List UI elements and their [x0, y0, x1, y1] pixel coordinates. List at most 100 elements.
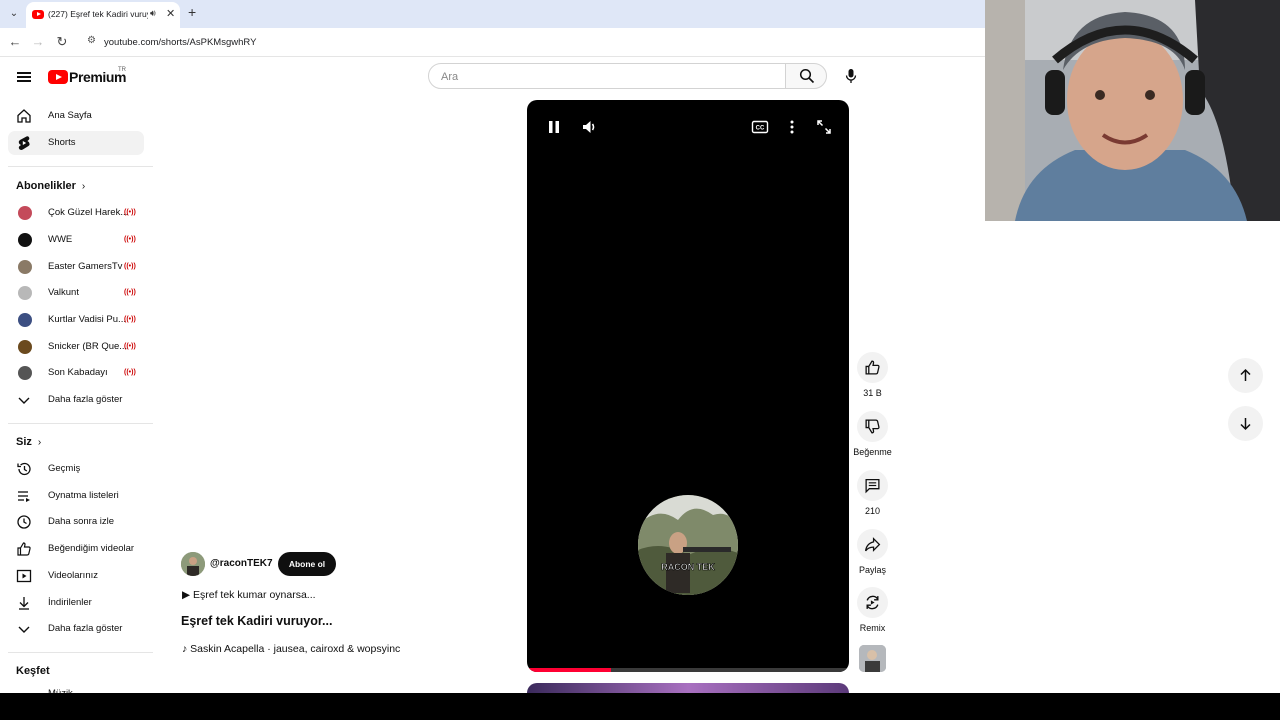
captions-icon[interactable]: CC	[751, 118, 769, 136]
share-icon	[864, 537, 881, 552]
subscriptions-heading[interactable]: Abonelikler ›	[16, 180, 85, 192]
remix-button[interactable]	[857, 587, 888, 618]
tab-title: (227) Eşref tek Kadiri vuruyor...	[48, 9, 148, 19]
divider	[8, 423, 153, 424]
video-icon	[16, 569, 32, 583]
tab-close-icon[interactable]: ✕	[166, 7, 175, 20]
channel-name[interactable]: @raconTEK7	[210, 558, 273, 569]
tab-list-chevron-icon[interactable]: ⌄	[6, 6, 22, 22]
channel-avatar	[18, 366, 32, 380]
live-indicator-icon: ((•))	[124, 343, 136, 350]
you-show-more[interactable]: Daha fazla göster	[8, 617, 144, 641]
search-icon	[799, 68, 815, 84]
sidebar-item-shorts[interactable]: Shorts	[8, 131, 144, 155]
chevron-right-icon: ›	[81, 181, 86, 192]
channel-avatar[interactable]	[181, 552, 205, 576]
chevron-down-icon	[18, 626, 30, 633]
shorts-video-player[interactable]: CC RACON TEK	[527, 100, 849, 672]
thumbs-down-icon	[865, 419, 880, 434]
dislike-button[interactable]	[857, 411, 888, 442]
sidebar-item-label: Geçmiş	[48, 463, 81, 474]
sidebar-item-playlists[interactable]: Oynatma listeleri	[8, 484, 144, 508]
video-description[interactable]: ▶︎ Eşref tek kumar oynarsa...	[182, 589, 316, 601]
you-heading[interactable]: Siz ›	[16, 436, 41, 448]
browser-tab[interactable]: (227) Eşref tek Kadiri vuruyor... 🔊︎ ✕	[26, 2, 180, 28]
music-text: Saskin Acapella · jausea, cairoxd & wops…	[190, 643, 401, 655]
live-indicator-icon: ((•))	[124, 289, 136, 296]
sidebar-item-your-videos[interactable]: Videolarınız	[8, 564, 144, 588]
youtube-play-logo-icon	[48, 70, 68, 84]
sidebar-subscription[interactable]: Kurtlar Vadisi Pu... ((•))	[8, 308, 144, 332]
fullscreen-icon[interactable]	[815, 118, 833, 136]
sidebar-item-liked-videos[interactable]: Beğendiğim videolar	[8, 537, 144, 561]
sidebar-subscription[interactable]: Easter GamersTv ((•))	[8, 255, 144, 279]
sidebar-item-home[interactable]: Ana Sayfa	[8, 104, 144, 128]
you-heading-label: Siz	[16, 436, 32, 448]
like-button[interactable]	[857, 352, 888, 383]
divider	[8, 652, 153, 653]
webcam-image	[985, 0, 1280, 221]
sidebar-item-history[interactable]: Geçmiş	[8, 457, 144, 481]
clock-icon	[17, 515, 31, 529]
play-triangle-icon: ▶︎	[182, 589, 193, 601]
svg-text:CC: CC	[756, 126, 765, 132]
live-indicator-icon: ((•))	[124, 316, 136, 323]
chevron-right-icon: ›	[37, 437, 42, 448]
youtube-premium-logo[interactable]: Premium	[48, 69, 128, 87]
search-input[interactable]	[441, 69, 771, 84]
subscription-label: Easter GamersTv	[48, 261, 123, 272]
reload-icon[interactable]: ↻	[54, 34, 70, 50]
sidebar-item-watch-later[interactable]: Daha sonra izle	[8, 510, 144, 534]
voice-search-button[interactable]	[838, 63, 864, 89]
like-count: 31 B	[863, 388, 882, 398]
search-button[interactable]	[785, 63, 827, 89]
site-info-icon[interactable]: ⚙︎	[87, 35, 96, 46]
forward-arrow-icon[interactable]: →	[30, 34, 46, 50]
sidebar-item-label: Ana Sayfa	[48, 110, 92, 121]
subscribe-button[interactable]: Abone ol	[278, 552, 336, 576]
sidebar-item-downloads[interactable]: İndirilenler	[8, 591, 144, 615]
pause-icon[interactable]	[545, 118, 563, 136]
subscription-label: WWE	[48, 234, 73, 245]
description-text: Eşref tek kumar oynarsa...	[193, 589, 316, 601]
previous-short-button[interactable]	[1228, 358, 1263, 393]
subscription-label: Snicker (BR Que...	[48, 341, 128, 352]
channel-avatar	[18, 206, 32, 220]
comment-count: 210	[864, 506, 881, 516]
progress-bar[interactable]	[527, 668, 849, 672]
share-button[interactable]	[857, 529, 888, 560]
sidebar-item-label: İndirilenler	[48, 597, 92, 608]
sound-thumbnail-image	[859, 645, 886, 672]
live-indicator-icon: ((•))	[124, 263, 136, 270]
volume-icon[interactable]	[581, 118, 599, 136]
sidebar-subscription[interactable]: Valkunt ((•))	[8, 281, 144, 305]
sound-thumbnail[interactable]	[859, 645, 886, 672]
video-title[interactable]: Eşref tek Kadiri vuruyor...	[181, 614, 332, 628]
hamburger-menu-icon[interactable]	[16, 70, 32, 84]
subscriptions-show-more[interactable]: Daha fazla göster	[8, 388, 144, 412]
sidebar-subscription[interactable]: WWE ((•))	[8, 228, 144, 252]
channel-avatar-image	[181, 552, 205, 576]
sidebar-item-label: Shorts	[48, 137, 76, 148]
subscriptions-heading-label: Abonelikler	[16, 180, 76, 192]
next-short-button[interactable]	[1228, 406, 1263, 441]
sidebar-subscription[interactable]: Çok Güzel Harek... ((•))	[8, 201, 144, 225]
more-options-icon[interactable]	[783, 118, 801, 136]
home-icon	[17, 109, 31, 123]
back-arrow-icon[interactable]: ←	[7, 34, 23, 50]
music-info[interactable]: ♪ Saskin Acapella · jausea, cairoxd & wo…	[182, 643, 400, 655]
new-tab-icon[interactable]: +	[188, 5, 196, 19]
channel-avatar	[18, 286, 32, 300]
tab-audio-icon[interactable]: 🔊︎	[150, 8, 156, 19]
address-bar[interactable]: ⚙︎ youtube.com/shorts/AsPKMsgwhRY	[82, 31, 982, 54]
dislike-label: Beğenme	[853, 447, 892, 457]
thumbnail-image: RACON TEK	[638, 495, 738, 595]
channel-avatar	[18, 313, 32, 327]
arrow-down-icon	[1240, 418, 1251, 431]
comments-button[interactable]	[857, 470, 888, 501]
url-text[interactable]: youtube.com/shorts/AsPKMsgwhRY	[104, 37, 256, 48]
arrow-up-icon	[1240, 368, 1251, 381]
sidebar-subscription[interactable]: Snicker (BR Que... ((•))	[8, 335, 144, 359]
sidebar-subscription[interactable]: Son Kabadayı ((•))	[8, 361, 144, 385]
share-label: Paylaş	[858, 565, 886, 575]
